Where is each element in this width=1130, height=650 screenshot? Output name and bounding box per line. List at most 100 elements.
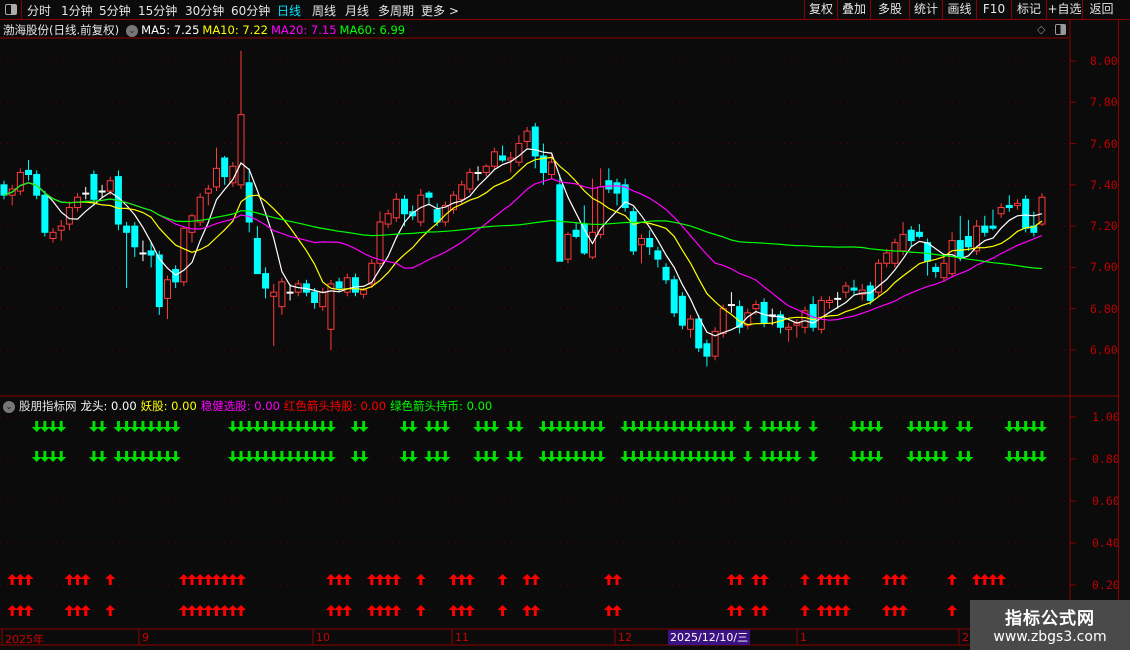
candle[interactable] (981, 215, 989, 237)
candle[interactable] (213, 147, 221, 192)
candle[interactable] (515, 135, 523, 167)
candle[interactable] (613, 178, 621, 206)
red-up-arrow (734, 605, 745, 616)
candle[interactable] (163, 275, 171, 319)
stock-title: 渤海股份(日线.前复权) (3, 23, 120, 37)
candle[interactable] (270, 283, 278, 346)
candle[interactable] (98, 184, 106, 198)
candle[interactable] (0, 180, 8, 200)
candle[interactable] (253, 226, 261, 275)
green-down-arrow (285, 451, 296, 462)
candle[interactable] (964, 219, 972, 251)
candle[interactable] (482, 164, 490, 177)
candle[interactable] (25, 160, 33, 181)
candle[interactable] (907, 226, 915, 247)
candle[interactable] (16, 168, 24, 196)
candle[interactable] (196, 193, 204, 227)
candle[interactable] (466, 168, 474, 194)
candle[interactable] (678, 292, 686, 330)
candle[interactable] (221, 155, 229, 185)
candle[interactable] (139, 240, 147, 262)
candle[interactable] (727, 292, 735, 313)
green-down-arrow (595, 451, 606, 462)
chevron-down-icon[interactable]: ⌄ (126, 24, 139, 37)
candle[interactable] (646, 230, 654, 256)
candle[interactable] (842, 281, 850, 299)
candle[interactable] (809, 296, 817, 332)
candle[interactable] (662, 263, 670, 284)
kline-chart[interactable] (0, 0, 1130, 650)
candle[interactable] (531, 122, 539, 169)
candle[interactable] (392, 193, 400, 222)
candle[interactable] (343, 273, 351, 297)
candle[interactable] (956, 215, 964, 262)
candle[interactable] (474, 166, 482, 181)
green-down-arrow (963, 421, 974, 432)
candle[interactable] (883, 248, 891, 268)
candle[interactable] (899, 221, 907, 256)
candle[interactable] (499, 145, 507, 163)
candle[interactable] (180, 226, 188, 286)
candle[interactable] (490, 147, 498, 171)
right-side-panel[interactable] (1118, 20, 1130, 630)
candle[interactable] (850, 279, 858, 295)
candle[interactable] (8, 184, 16, 206)
candle[interactable] (736, 300, 744, 334)
candle[interactable] (523, 127, 531, 148)
candle[interactable] (57, 219, 65, 241)
candle[interactable] (1005, 195, 1013, 212)
candle[interactable] (997, 203, 1005, 218)
panel-toggle-icon[interactable] (1055, 24, 1066, 35)
candle[interactable] (638, 234, 646, 264)
candle[interactable] (204, 184, 212, 206)
red-up-arrow (186, 574, 197, 585)
candle[interactable] (49, 228, 57, 243)
candle[interactable] (989, 209, 997, 231)
candle[interactable] (654, 246, 662, 268)
candle[interactable] (891, 238, 899, 268)
candle[interactable] (711, 327, 719, 361)
candle[interactable] (785, 323, 793, 342)
green-down-arrow (767, 421, 778, 432)
candle[interactable] (90, 170, 98, 206)
candle[interactable] (539, 143, 547, 185)
candle[interactable] (572, 221, 580, 239)
candle[interactable] (425, 191, 433, 206)
candle[interactable] (245, 168, 253, 233)
candle[interactable] (564, 232, 572, 264)
candle[interactable] (801, 306, 809, 334)
chevron-down-icon[interactable]: ⌄ (3, 400, 15, 413)
candle[interactable] (858, 283, 866, 301)
candle[interactable] (41, 191, 49, 237)
candle[interactable] (825, 296, 833, 309)
candle[interactable] (262, 267, 270, 299)
candle[interactable] (351, 273, 359, 297)
candle[interactable] (875, 259, 883, 297)
candle[interactable] (131, 221, 139, 258)
candle[interactable] (621, 178, 629, 212)
candle[interactable] (817, 296, 825, 334)
candle[interactable] (605, 168, 613, 194)
candle[interactable] (123, 221, 131, 289)
candle[interactable] (629, 207, 637, 256)
candle[interactable] (82, 186, 90, 200)
candle[interactable] (588, 178, 596, 260)
candle[interactable] (278, 277, 286, 315)
candle-body (605, 180, 613, 190)
candle[interactable] (65, 201, 73, 231)
green-down-arrow (759, 421, 770, 432)
candle[interactable] (670, 275, 678, 317)
candle[interactable] (556, 174, 564, 262)
candle[interactable] (1013, 199, 1021, 210)
candle[interactable] (932, 263, 940, 278)
candle[interactable] (940, 257, 948, 282)
green-down-arrow (726, 421, 737, 432)
candle-body (964, 235, 972, 248)
diamond-icon[interactable]: ◇ (1037, 23, 1045, 36)
candle[interactable] (1022, 195, 1030, 233)
candle[interactable] (687, 314, 695, 338)
candle[interactable] (400, 195, 408, 227)
candle[interactable] (703, 339, 711, 367)
candle[interactable] (172, 265, 180, 289)
candle[interactable] (384, 209, 392, 229)
